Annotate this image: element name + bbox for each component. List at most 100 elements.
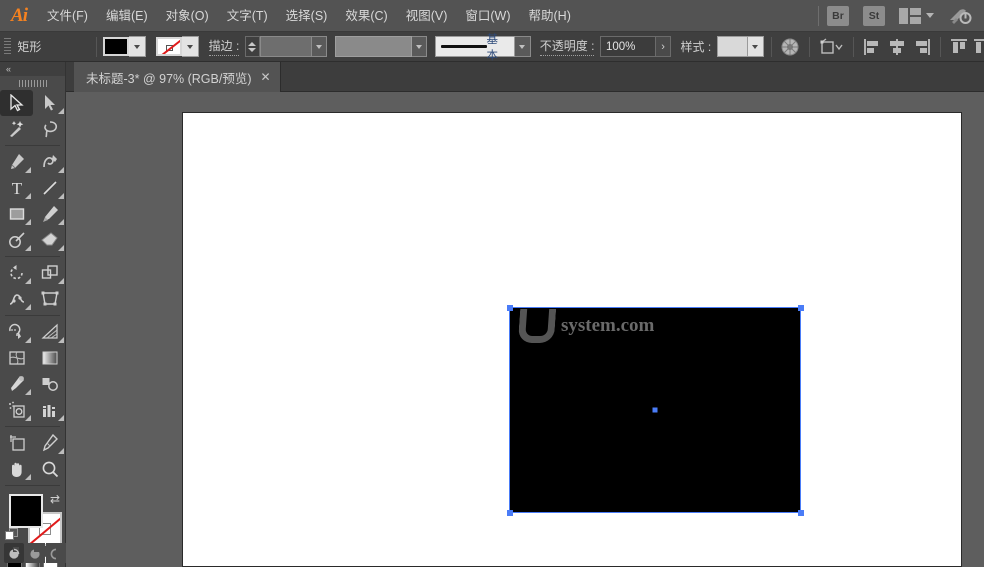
menu-type[interactable]: 文字(T) [218,0,277,32]
swap-fill-stroke-icon[interactable]: ⇄ [50,492,60,506]
menu-edit[interactable]: 编辑(E) [97,0,157,32]
variable-width-dropdown-button[interactable] [411,36,428,57]
opacity-expand-button[interactable]: › [655,36,672,57]
graphic-style-dropdown-button[interactable] [747,36,764,57]
recolor-artwork-icon[interactable] [778,35,802,59]
graphic-style-swatch[interactable] [716,36,748,57]
tools-group-build [0,319,65,423]
zoom-tool[interactable] [33,456,66,482]
chevron-down-icon [752,44,759,49]
screen-mode-fullscreen-menubar-button[interactable] [25,543,45,563]
tools-group-transform [0,260,65,312]
pen-tool[interactable] [0,149,33,175]
bridge-button[interactable]: Br [827,5,849,26]
tools-panel-collapse-button[interactable]: « [0,62,65,76]
gradient-tool[interactable] [33,345,66,371]
default-fill-stroke-icon[interactable] [5,528,19,542]
fill-dropdown-button[interactable] [129,36,147,57]
curvature-tool[interactable] [33,149,66,175]
free-transform-tool[interactable] [33,286,66,312]
flyout-indicator-icon [58,278,64,284]
width-tool[interactable] [0,286,33,312]
rectangle-tool[interactable] [0,201,33,227]
menu-file[interactable]: 文件(F) [38,0,97,32]
stroke-weight-input[interactable] [259,36,312,57]
paintbrush-tool[interactable] [33,201,66,227]
transform-icon[interactable] [817,35,846,59]
artboard-tool[interactable] [0,430,33,456]
direct-selection-tool[interactable] [33,90,66,116]
hand-tool[interactable] [0,456,33,482]
black-rectangle[interactable]: system.com [509,307,801,513]
illustrator-window: Ai 文件(F) 编辑(E) 对象(O) 文字(T) 选择(S) 效果(C) 视… [0,0,984,567]
menu-select[interactable]: 选择(S) [277,0,337,32]
menu-view[interactable]: 视图(V) [397,0,457,32]
blend-tool[interactable] [33,371,66,397]
default-fill-box [5,531,14,540]
canvas-area[interactable]: system.com [66,92,984,567]
align-top-icon[interactable] [947,35,971,59]
chevron-down-icon [519,44,526,49]
fill-color-box[interactable] [9,494,43,528]
stroke-color-control[interactable] [155,36,199,57]
flyout-indicator-icon [25,167,31,173]
stroke-weight-label[interactable]: 描边 : [208,37,240,56]
control-divider-5 [939,36,941,57]
line-segment-tool[interactable] [33,175,66,201]
align-center-vertical-icon[interactable] [971,35,984,59]
flyout-indicator-icon [25,415,31,421]
opacity-input[interactable]: 100% [599,36,656,57]
flyout-indicator-icon [58,167,64,173]
symbol-sprayer-tool[interactable] [0,397,33,423]
stroke-weight-dropdown-button[interactable] [311,36,328,57]
brush-dropdown-button[interactable] [515,36,531,57]
tools-divider-5 [5,485,60,486]
tools-divider-3 [5,315,60,316]
stroke-dropdown-button[interactable] [181,36,199,57]
stroke-swatch-none[interactable] [155,37,182,56]
screen-mode-normal-button[interactable] [4,543,24,563]
rocket-icon[interactable] [948,7,972,25]
screen-mode-fullscreen-button[interactable] [46,543,66,563]
align-center-horizontal-icon[interactable] [885,35,909,59]
menu-help[interactable]: 帮助(H) [520,0,580,32]
stroke-weight-stepper[interactable] [244,36,260,57]
column-graph-tool[interactable] [33,397,66,423]
fill-swatch[interactable] [103,37,130,56]
menu-object[interactable]: 对象(O) [157,0,218,32]
flyout-indicator-icon [25,219,31,225]
stock-button[interactable]: St [863,5,885,26]
flyout-indicator-icon [25,304,31,310]
fill-color-control[interactable] [103,36,147,57]
scale-tool[interactable] [33,260,66,286]
workspace-layout-icon[interactable] [899,7,934,24]
tools-panel-grip[interactable] [0,76,65,90]
lasso-tool[interactable] [33,116,66,142]
opacity-label[interactable]: 不透明度 : [539,37,595,56]
slice-tool[interactable] [33,430,66,456]
close-icon[interactable]: ✕ [261,71,271,83]
type-tool[interactable]: T [0,175,33,201]
eyedropper-tool[interactable] [0,371,33,397]
menu-window[interactable]: 窗口(W) [456,0,519,32]
tools-panel: « T ⇄ [0,62,66,567]
artboard[interactable]: system.com [182,112,962,567]
rotate-tool[interactable] [0,260,33,286]
perspective-grid-tool[interactable] [33,319,66,345]
chevron-down-icon [186,44,193,49]
shape-builder-tool[interactable] [0,319,33,345]
menu-effect[interactable]: 效果(C) [336,0,396,32]
align-left-icon[interactable] [861,35,885,59]
eraser-tool[interactable] [33,227,66,253]
brush-definition-field[interactable]: 基本 [435,34,516,62]
document-tab[interactable]: 未标题-3* @ 97% (RGB/预览) ✕ [74,62,281,92]
selection-tool[interactable] [0,90,33,116]
variable-width-profile-field[interactable] [334,36,412,57]
menubar-right-group: Br St [810,0,984,32]
align-right-icon[interactable] [909,35,933,59]
shaper-tool[interactable] [0,227,33,253]
magic-wand-tool[interactable] [0,116,33,142]
brush-definition-label: 基本 [486,33,499,62]
control-bar-grip[interactable] [4,37,12,56]
mesh-tool[interactable] [0,345,33,371]
